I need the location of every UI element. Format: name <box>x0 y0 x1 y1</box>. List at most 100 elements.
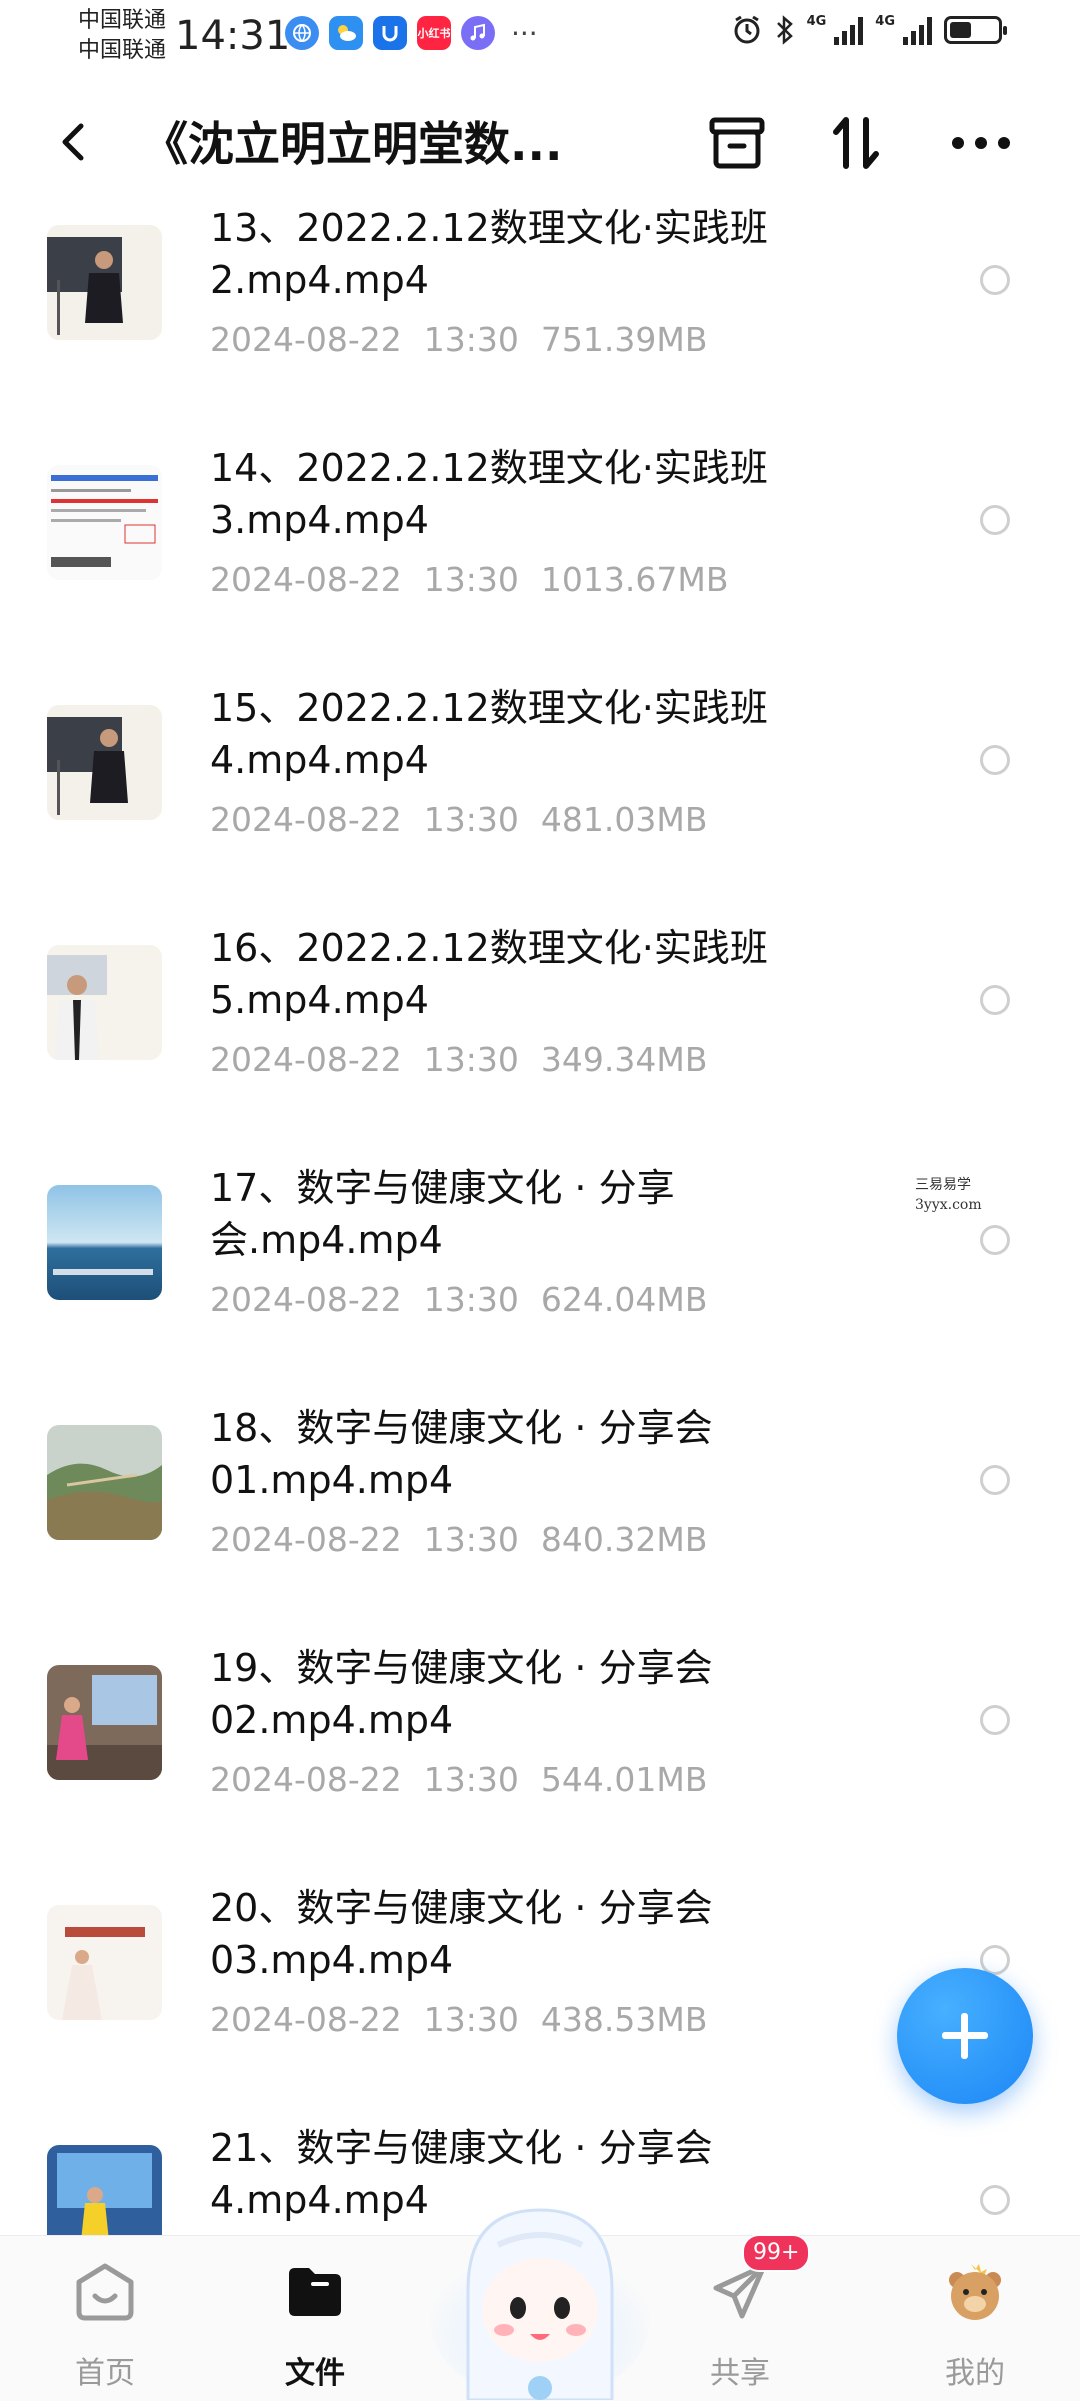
file-size: 349.34MB <box>540 1040 708 1079</box>
file-meta: 2024-08-22 13:30 438.53MB <box>210 2000 729 2039</box>
select-checkbox[interactable] <box>980 505 1010 535</box>
file-time: 13:30 <box>423 1280 519 1319</box>
file-name: 18、数字与健康文化 · 分享会 01.mp4.mp4 <box>210 1406 713 1502</box>
bluetooth-icon <box>776 15 793 45</box>
signal-strength-2-icon <box>903 15 932 45</box>
file-name: 15、2022.2.12数理文化·实践班 4.mp4.mp4 <box>210 686 768 782</box>
file-size: 544.01MB <box>540 1760 708 1799</box>
file-name: 16、2022.2.12数理文化·实践班 5.mp4.mp4 <box>210 926 768 1022</box>
profile-icon <box>949 2264 1001 2320</box>
file-row[interactable]: 15、2022.2.12数理文化·实践班 4.mp4.mp4 2024-08-2… <box>0 670 1080 910</box>
video-thumbnail <box>47 705 162 820</box>
mascot-icon <box>430 2208 650 2402</box>
file-meta: 2024-08-22 13:30 481.03MB <box>210 800 729 839</box>
add-button[interactable] <box>897 1968 1033 2104</box>
page-title: 《沈立明立明堂数... <box>142 117 563 171</box>
xiaohongshu-icon: 小红书 <box>417 16 451 50</box>
nav-share[interactable]: 99+ 共享 <box>670 2234 811 2401</box>
nav-home[interactable]: 首页 <box>35 2236 175 2401</box>
video-thumbnail <box>47 1425 162 1540</box>
file-date: 2024-08-22 <box>210 1520 402 1559</box>
select-checkbox[interactable] <box>980 1465 1010 1495</box>
share-badge: 99+ <box>742 2234 811 2272</box>
more-icon <box>952 137 1010 149</box>
home-icon <box>76 2263 134 2321</box>
file-time: 13:30 <box>423 2000 519 2039</box>
network-type-1: 4G <box>806 14 827 29</box>
video-thumbnail <box>47 465 162 580</box>
archive-icon <box>709 117 765 169</box>
sort-button[interactable] <box>822 108 892 178</box>
file-meta: 2024-08-22 13:30 349.34MB <box>210 1040 729 1079</box>
watermark-line-1: 三易易学 <box>915 1177 971 1193</box>
watermark-line-2: 3yyx.com <box>915 1197 982 1213</box>
select-checkbox[interactable] <box>980 745 1010 775</box>
back-icon <box>62 123 84 161</box>
nav-files[interactable]: 文件 <box>245 2236 385 2401</box>
file-date: 2024-08-22 <box>210 1280 402 1319</box>
carrier-2: 中国联通 <box>78 38 167 63</box>
file-row[interactable]: 16、2022.2.12数理文化·实践班 5.mp4.mp4 2024-08-2… <box>0 910 1080 1150</box>
file-size: 840.32MB <box>540 1520 708 1559</box>
file-size: 751.39MB <box>540 320 708 359</box>
nav-profile[interactable]: 我的 <box>905 2236 1045 2401</box>
file-date: 2024-08-22 <box>210 560 402 599</box>
ai-assistant-mascot[interactable] <box>428 2170 652 2402</box>
file-name: 14、2022.2.12数理文化·实践班 3.mp4.mp4 <box>210 446 768 542</box>
file-time: 13:30 <box>423 1520 519 1559</box>
top-app-bar: 《沈立明立明堂数... <box>0 90 1080 200</box>
music-icon <box>461 16 495 50</box>
file-name: 13、2022.2.12数理文化·实践班 2.mp4.mp4 <box>210 206 768 302</box>
network-type-2: 4G <box>875 14 895 29</box>
more-options-button[interactable] <box>946 108 1016 178</box>
file-size: 481.03MB <box>540 800 708 839</box>
archive-button[interactable] <box>702 108 772 178</box>
battery-level <box>950 22 971 38</box>
file-date: 2024-08-22 <box>210 1760 402 1799</box>
battery-icon <box>944 16 1007 44</box>
file-size: 438.53MB <box>540 2000 708 2039</box>
video-thumbnail <box>47 225 162 340</box>
file-meta: 2024-08-22 13:30 840.32MB <box>210 1520 729 1559</box>
file-row[interactable]: 19、数字与健康文化 · 分享会 02.mp4.mp4 2024-08-22 13… <box>0 1630 1080 1870</box>
file-time: 13:30 <box>423 1760 519 1799</box>
select-checkbox[interactable] <box>980 265 1010 295</box>
notification-icons: 小红书 ··· <box>285 16 538 50</box>
back-button[interactable] <box>45 112 105 172</box>
file-size: 1013.67MB <box>540 560 729 599</box>
file-time: 13:30 <box>423 320 519 359</box>
signal-strength-1-icon <box>834 15 864 45</box>
video-thumbnail <box>47 1665 162 1780</box>
file-date: 2024-08-22 <box>210 800 402 839</box>
alarm-icon <box>734 15 760 44</box>
video-thumbnail <box>47 1185 162 1300</box>
file-meta: 2024-08-22 13:30 624.04MB <box>210 1280 729 1319</box>
file-row[interactable]: 18、数字与健康文化 · 分享会 01.mp4.mp4 2024-08-22 13… <box>0 1390 1080 1630</box>
video-thumbnail <box>47 945 162 1060</box>
video-thumbnail <box>47 1905 162 2020</box>
select-checkbox[interactable] <box>980 985 1010 1015</box>
select-checkbox[interactable] <box>980 1705 1010 1735</box>
file-name: 17、数字与健康文化 · 分享 会.mp4.mp4 <box>210 1166 675 1262</box>
select-checkbox[interactable] <box>980 1225 1010 1255</box>
file-time: 13:30 <box>423 800 519 839</box>
weather-icon <box>329 16 363 50</box>
carrier-info: 中国联通 中国联通 <box>78 6 166 66</box>
file-size: 624.04MB <box>540 1280 708 1319</box>
file-date: 2024-08-22 <box>210 2000 402 2039</box>
file-row[interactable]: 14、2022.2.12数理文化·实践班 3.mp4.mp4 2024-08-2… <box>0 430 1080 670</box>
system-indicators: 4G 4G <box>731 14 1007 46</box>
file-date: 2024-08-22 <box>210 1040 402 1079</box>
sort-icon <box>833 117 879 169</box>
status-bar: 中国联通 中国联通 14:31 小红书 ··· 4G 4G <box>0 0 1080 78</box>
file-row[interactable]: 13、2022.2.12数理文化·实践班 2.mp4.mp4 2024-08-2… <box>0 190 1080 430</box>
select-checkbox[interactable] <box>980 2185 1010 2215</box>
file-name: 20、数字与健康文化 · 分享会 03.mp4.mp4 <box>210 1886 713 1982</box>
file-meta: 2024-08-22 13:30 751.39MB <box>210 320 729 359</box>
file-time: 13:30 <box>423 1040 519 1079</box>
u-app-icon <box>373 16 407 50</box>
carrier-1: 中国联通 <box>78 8 167 33</box>
file-meta: 2024-08-22 13:30 544.01MB <box>210 1760 729 1799</box>
file-date: 2024-08-22 <box>210 320 402 359</box>
status-time: 14:31 <box>175 13 291 59</box>
